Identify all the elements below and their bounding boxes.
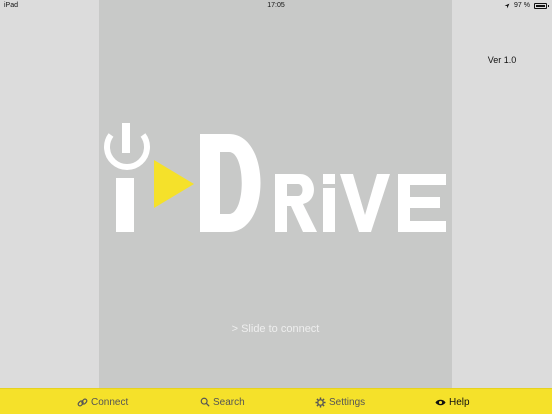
tab-search-label: Search — [213, 396, 245, 408]
clock: 17:05 — [267, 2, 285, 9]
slide-to-connect[interactable]: > Slide to connect — [99, 323, 452, 335]
left-margin — [0, 0, 99, 388]
status-indicators: 97 % — [504, 0, 549, 12]
battery-icon — [534, 3, 549, 9]
tab-connect-label: Connect — [91, 396, 129, 408]
power-icon — [104, 123, 150, 170]
tab-help-label: Help — [449, 396, 470, 408]
logo-letter-e — [398, 174, 446, 232]
play-icon — [154, 160, 194, 208]
logo-letter-d — [200, 134, 261, 232]
logo-letter-r — [275, 174, 317, 232]
logo-letter-i-stem — [323, 188, 335, 232]
battery-percent: 97 % — [514, 2, 530, 9]
version-label: Ver 1.0 — [487, 55, 517, 65]
logo-i-stem — [116, 178, 134, 232]
eye-icon — [435, 399, 446, 405]
tab-search[interactable]: Search — [200, 389, 245, 414]
battery-fill — [536, 5, 545, 7]
tab-bar: Connect Search Settings Help — [0, 388, 552, 414]
status-bar: iPad 17:05 97 % — [0, 0, 552, 12]
idrive-logo — [104, 123, 446, 232]
location-arrow-icon — [504, 3, 510, 9]
logo-letter-i-dot — [323, 174, 335, 184]
tab-settings[interactable]: Settings — [315, 389, 365, 414]
link-icon — [77, 398, 88, 406]
search-icon — [200, 397, 210, 407]
logo-letter-v — [340, 174, 390, 232]
tab-help[interactable]: Help — [435, 389, 470, 414]
tab-connect[interactable]: Connect — [77, 389, 128, 414]
tab-settings-label: Settings — [329, 396, 366, 408]
gear-icon — [315, 396, 326, 408]
